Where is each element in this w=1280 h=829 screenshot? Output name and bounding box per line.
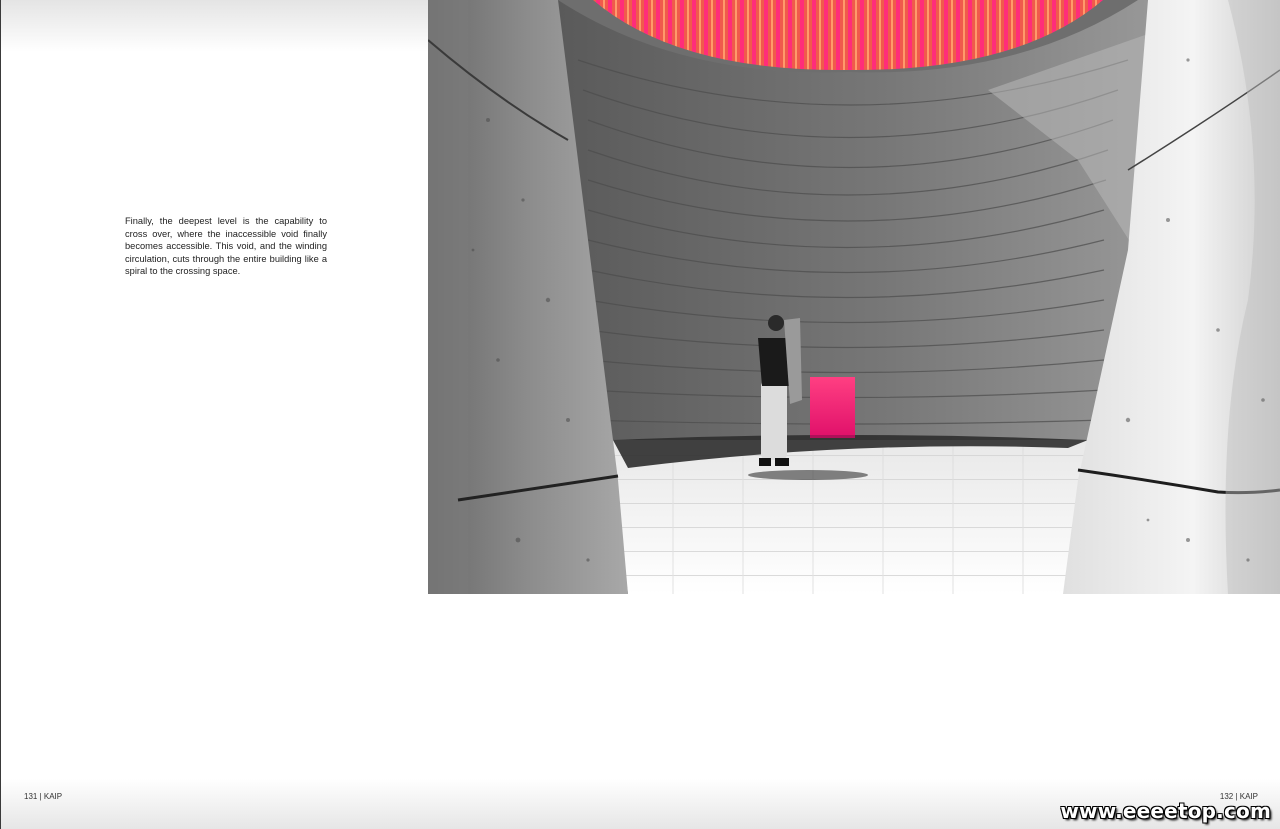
watermark-url: www.eeeetop.com xyxy=(1060,799,1271,823)
page-number-left: 131 | KAIP xyxy=(24,792,63,801)
architecture-photo xyxy=(428,0,1280,594)
monochrome-photo-concrete-void-icon xyxy=(428,0,1280,594)
body-paragraph: Finally, the deepest level is the capabi… xyxy=(125,216,327,277)
page-left-edge xyxy=(0,0,1,829)
magazine-spread: Finally, the deepest level is the capabi… xyxy=(0,0,1280,829)
page-top-shadow xyxy=(0,0,428,52)
